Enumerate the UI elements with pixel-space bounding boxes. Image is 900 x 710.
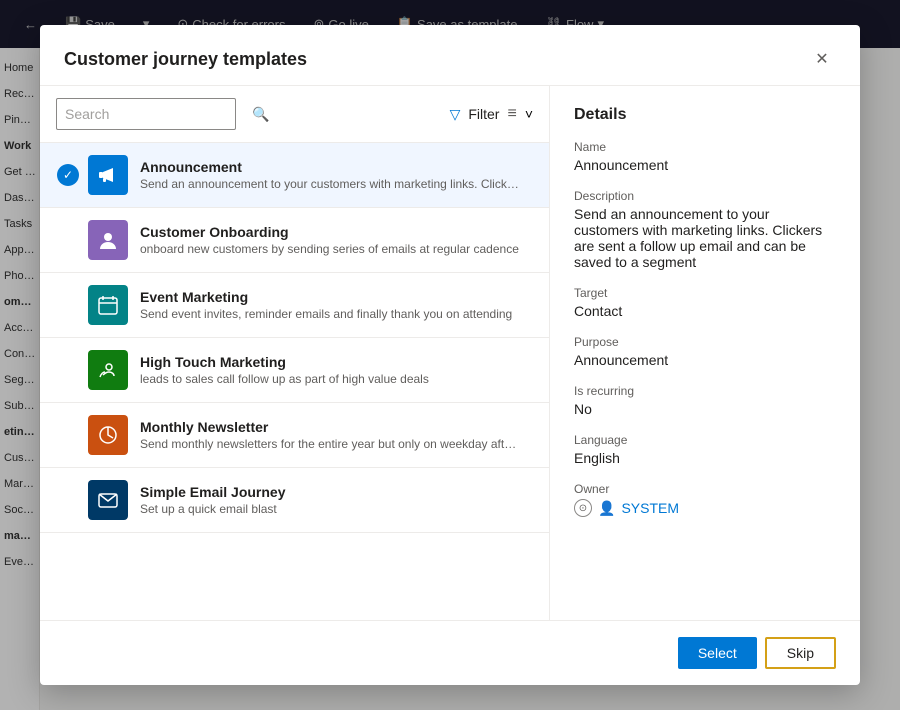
email-name: Simple Email Journey — [140, 484, 533, 500]
hightouch-info: High Touch Marketing leads to sales call… — [140, 354, 533, 386]
template-item-newsletter[interactable]: Monthly Newsletter Send monthly newslett… — [40, 403, 549, 468]
modal-header: Customer journey templates ✕ — [40, 25, 860, 86]
detail-owner-label: Owner — [574, 482, 836, 496]
detail-description-value: Send an announcement to your customers w… — [574, 206, 836, 270]
modal-footer: Select Skip — [40, 620, 860, 685]
detail-name-field: Name Announcement — [574, 140, 836, 173]
detail-recurring-value: No — [574, 401, 836, 417]
hightouch-desc: leads to sales call follow up as part of… — [140, 372, 520, 386]
modal-title: Customer journey templates — [64, 49, 307, 70]
event-name: Event Marketing — [140, 289, 533, 305]
check-wrap: ✓ — [56, 164, 80, 186]
announcement-icon — [88, 155, 128, 195]
template-item-onboarding[interactable]: Customer Onboarding onboard new customer… — [40, 208, 549, 273]
checkmark-icon: ✓ — [57, 164, 79, 186]
onboarding-info: Customer Onboarding onboard new customer… — [140, 224, 533, 256]
detail-purpose-value: Announcement — [574, 352, 836, 368]
newsletter-desc: Send monthly newsletters for the entire … — [140, 437, 520, 451]
modal-body: 🔍 ▽ Filter ≡ ˅ ✓ — [40, 86, 860, 620]
onboarding-icon — [88, 220, 128, 260]
detail-purpose-field: Purpose Announcement — [574, 335, 836, 368]
newsletter-info: Monthly Newsletter Send monthly newslett… — [140, 419, 533, 451]
filter-label: Filter — [468, 106, 499, 122]
owner-name[interactable]: SYSTEM — [621, 500, 679, 516]
newsletter-name: Monthly Newsletter — [140, 419, 533, 435]
template-item-hightouch[interactable]: High Touch Marketing leads to sales call… — [40, 338, 549, 403]
select-button[interactable]: Select — [678, 637, 757, 669]
search-input-wrap[interactable]: 🔍 — [56, 98, 236, 130]
announcement-name: Announcement — [140, 159, 533, 175]
detail-description-label: Description — [574, 189, 836, 203]
event-desc: Send event invites, reminder emails and … — [140, 307, 520, 321]
search-icon: 🔍 — [252, 106, 269, 123]
modal-close-button[interactable]: ✕ — [808, 45, 836, 73]
detail-target-label: Target — [574, 286, 836, 300]
detail-recurring-field: Is recurring No — [574, 384, 836, 417]
customer-journey-modal: Customer journey templates ✕ 🔍 ▽ Filter … — [40, 25, 860, 685]
close-icon: ✕ — [815, 49, 828, 69]
onboarding-name: Customer Onboarding — [140, 224, 533, 240]
hightouch-icon — [88, 350, 128, 390]
event-info: Event Marketing Send event invites, remi… — [140, 289, 533, 321]
detail-language-label: Language — [574, 433, 836, 447]
detail-language-field: Language English — [574, 433, 836, 466]
detail-language-value: English — [574, 450, 836, 466]
list-panel: 🔍 ▽ Filter ≡ ˅ ✓ — [40, 86, 550, 620]
announcement-desc: Send an announcement to your customers w… — [140, 177, 520, 191]
announcement-info: Announcement Send an announcement to you… — [140, 159, 533, 191]
template-item-announcement[interactable]: ✓ Announcement Send an announcement to y… — [40, 143, 549, 208]
detail-owner-field: Owner ⊙ 👤 SYSTEM — [574, 482, 836, 517]
filter-icon: ▽ — [450, 106, 461, 123]
event-icon — [88, 285, 128, 325]
details-heading: Details — [574, 106, 836, 124]
template-item-event[interactable]: Event Marketing Send event invites, remi… — [40, 273, 549, 338]
search-bar: 🔍 ▽ Filter ≡ ˅ — [40, 86, 549, 143]
filter-dropdown-icon[interactable]: ˅ — [525, 106, 533, 122]
detail-owner-value: ⊙ 👤 SYSTEM — [574, 499, 836, 517]
detail-target-field: Target Contact — [574, 286, 836, 319]
email-desc: Set up a quick email blast — [140, 502, 520, 516]
skip-button[interactable]: Skip — [765, 637, 836, 669]
email-info: Simple Email Journey Set up a quick emai… — [140, 484, 533, 516]
sort-icon[interactable]: ≡ — [507, 105, 516, 123]
filter-bar: ▽ Filter ≡ ˅ — [450, 105, 533, 123]
template-list: ✓ Announcement Send an announcement to y… — [40, 143, 549, 620]
newsletter-icon — [88, 415, 128, 455]
details-panel: Details Name Announcement Description Se… — [550, 86, 860, 620]
email-icon — [88, 480, 128, 520]
detail-purpose-label: Purpose — [574, 335, 836, 349]
detail-recurring-label: Is recurring — [574, 384, 836, 398]
owner-person-icon: 👤 — [598, 500, 615, 517]
detail-name-value: Announcement — [574, 157, 836, 173]
hightouch-name: High Touch Marketing — [140, 354, 533, 370]
onboarding-desc: onboard new customers by sending series … — [140, 242, 520, 256]
filter-button[interactable]: Filter — [468, 106, 499, 122]
detail-name-label: Name — [574, 140, 836, 154]
owner-circle-icon: ⊙ — [574, 499, 592, 517]
detail-description-field: Description Send an announcement to your… — [574, 189, 836, 270]
search-input[interactable] — [65, 106, 246, 122]
template-item-email[interactable]: Simple Email Journey Set up a quick emai… — [40, 468, 549, 533]
detail-target-value: Contact — [574, 303, 836, 319]
